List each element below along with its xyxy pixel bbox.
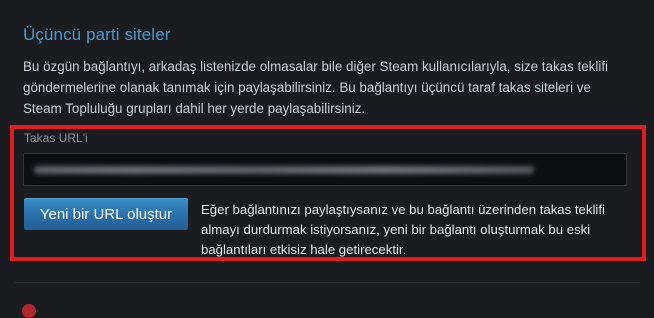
section-title: Üçüncü parti siteler	[23, 25, 171, 44]
trade-url-blurred-value	[34, 166, 534, 174]
warning-icon	[22, 304, 36, 318]
generate-url-note: Eğer bağlantınızı paylaştıysanız ve bu b…	[201, 202, 605, 257]
generate-new-url-button[interactable]: Yeni bir URL oluştur	[24, 198, 188, 230]
third-party-sites-panel: Üçüncü parti siteler Bu özgün bağlantıyı…	[0, 0, 654, 318]
trade-url-label: Takas URL'i	[24, 131, 88, 145]
section-divider	[15, 282, 640, 283]
section-description: Bu özgün bağlantıyı, arkadaş listenizde …	[23, 59, 609, 116]
trade-url-field[interactable]	[23, 153, 627, 186]
